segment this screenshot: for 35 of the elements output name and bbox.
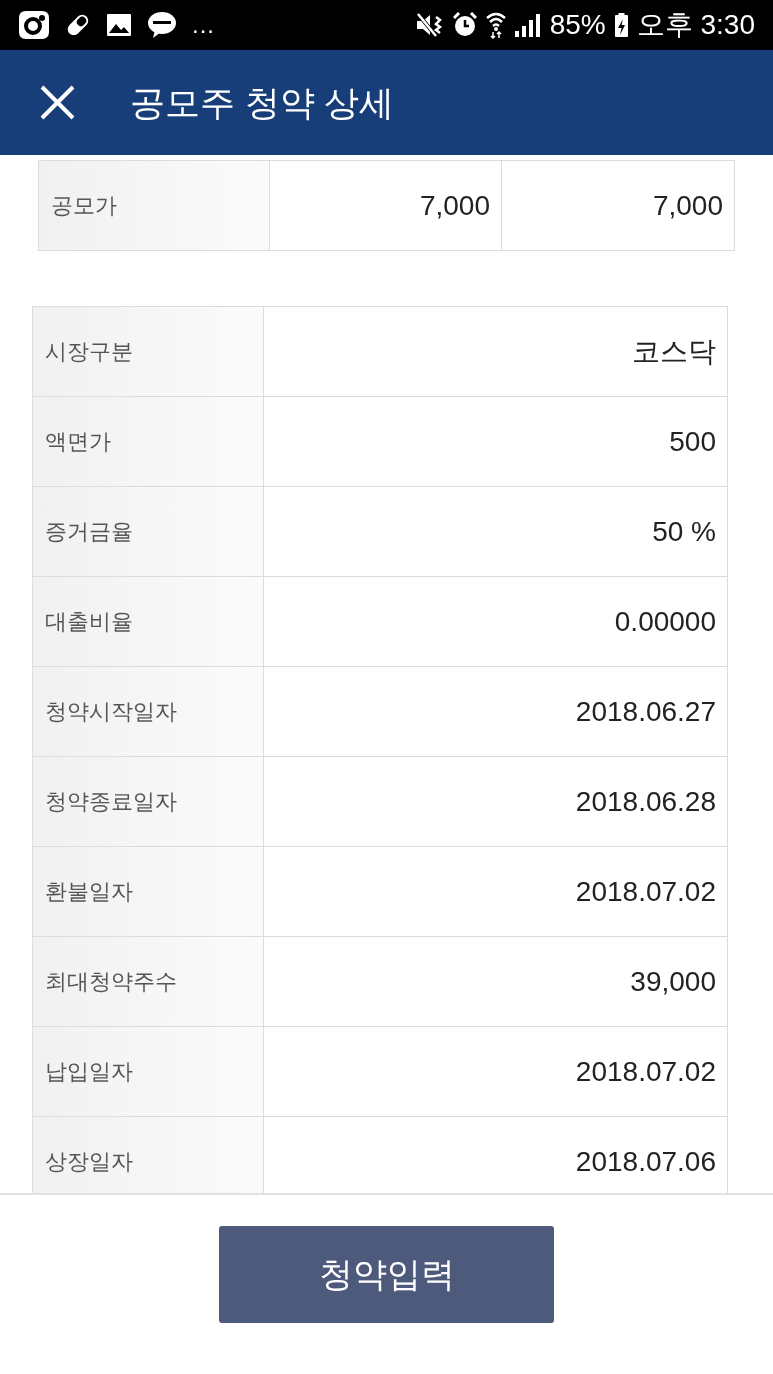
- row-label: 납입일자: [33, 1027, 264, 1117]
- table-cell: 7,000: [502, 161, 735, 251]
- row-label: 상장일자: [33, 1117, 264, 1193]
- row-label: 최대청약주수: [33, 937, 264, 1027]
- table-cell: 7,000: [270, 161, 502, 251]
- row-label: 대출비율: [33, 577, 264, 667]
- app-logo-icon: [18, 10, 50, 40]
- row-label: 청약종료일자: [33, 757, 264, 847]
- chat-bubble-icon: [147, 11, 177, 39]
- clock-time: 오후 3:30: [636, 11, 755, 39]
- battery-percentage: 85%: [549, 11, 606, 39]
- table-cell: 50 %: [264, 487, 728, 577]
- image-icon: [106, 13, 132, 37]
- row-label: 증거금율: [33, 487, 264, 577]
- table-cell: 2018.07.02: [264, 847, 728, 937]
- alarm-clock-icon: [452, 12, 477, 38]
- table-cell: 0.00000: [264, 577, 728, 667]
- row-label: 액면가: [33, 397, 264, 487]
- apply-button[interactable]: 청약입력: [219, 1226, 554, 1323]
- row-label: 시장구분: [33, 307, 264, 397]
- table-cell: 2018.06.28: [264, 757, 728, 847]
- table-cell: 2018.06.27: [264, 667, 728, 757]
- page-title: 공모주 청약 상세: [130, 81, 395, 124]
- mute-vibrate-icon: [415, 12, 444, 38]
- notification-overflow: ...: [192, 13, 215, 37]
- row-label: 환불일자: [33, 847, 264, 937]
- row-label: 공모가: [39, 161, 270, 251]
- table-cell: 39,000: [264, 937, 728, 1027]
- signal-icon: [514, 13, 541, 37]
- table-cell: 코스닥: [264, 307, 728, 397]
- table-cell: 500: [264, 397, 728, 487]
- row-label: 청약시작일자: [33, 667, 264, 757]
- close-icon[interactable]: [40, 85, 75, 120]
- table-cell: 2018.07.02: [264, 1027, 728, 1117]
- wifi-icon: [485, 11, 506, 39]
